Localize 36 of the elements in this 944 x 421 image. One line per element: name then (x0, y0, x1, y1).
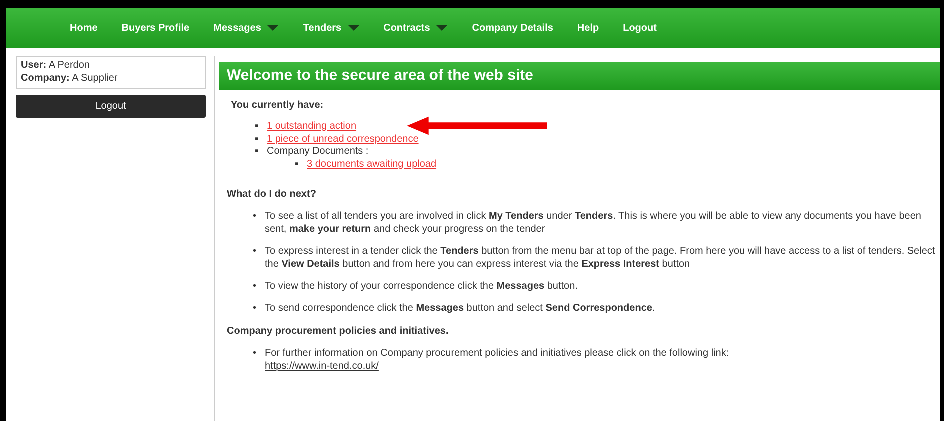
bullet: • (253, 210, 258, 224)
section-heading: You currently have: (231, 99, 324, 113)
notification-link[interactable]: 1 piece of unread correspondence (267, 134, 419, 144)
user-label: User: (21, 60, 47, 71)
page-title: Welcome to the secure area of the web site (219, 62, 940, 90)
policy-link[interactable]: https://www.in-tend.co.uk/ (265, 361, 379, 372)
nav-link[interactable]: Tenders (291, 20, 372, 36)
list-text: Company Documents : (267, 146, 369, 157)
user-name: A Perdon (48, 60, 90, 71)
section-heading: Company procurement policies and initiatives. (227, 325, 449, 339)
instruction-text: To send correspondence click the Messages button and select Send Correspondence. (265, 302, 656, 315)
bullet: • (253, 347, 258, 361)
bullet: ▪ (255, 121, 260, 134)
bullet: • (253, 302, 258, 315)
instruction-text: To see a list of all tenders you are involved in click My Tenders under Tenders. This is where you will be able to view any documents you have been sent, make your return and check your progress on the tender (265, 210, 922, 236)
bullet: • (253, 245, 258, 259)
policy-text: For further information on Company procurement policies and initiatives please click on the following link: (265, 348, 730, 359)
nav-link[interactable]: Contracts (372, 20, 460, 36)
nav-link[interactable]: Company Details (460, 20, 566, 36)
bullet: ▪ (295, 158, 300, 171)
nav-link[interactable]: Logout (611, 20, 669, 36)
instruction-text: To view the history of your correspondence click the Messages button. (265, 280, 578, 293)
notification-link[interactable]: 1 outstanding action (267, 121, 357, 132)
instruction-text: To express interest in a tender click the Tenders button from the menu bar at top of the page. From here you will have access to a list of tenders. Select the View Details button and from here you can express interest via the Express Interest button (265, 245, 936, 271)
bullet: ▪ (255, 146, 260, 158)
bullet: • (253, 280, 258, 293)
nav-link[interactable]: Buyers Profile (110, 20, 202, 36)
company-name: A Supplier (72, 72, 118, 84)
nav-link[interactable]: Help (565, 20, 612, 36)
company-label: Company: (21, 72, 70, 84)
section-heading: What do I do next? (227, 188, 316, 202)
nav-link[interactable]: Home (58, 20, 110, 36)
logout-button[interactable]: Logout (16, 95, 206, 118)
bullet: ▪ (255, 134, 260, 146)
notification-link[interactable]: 3 documents awaiting upload (307, 158, 437, 170)
nav-link[interactable]: Messages (202, 20, 292, 36)
